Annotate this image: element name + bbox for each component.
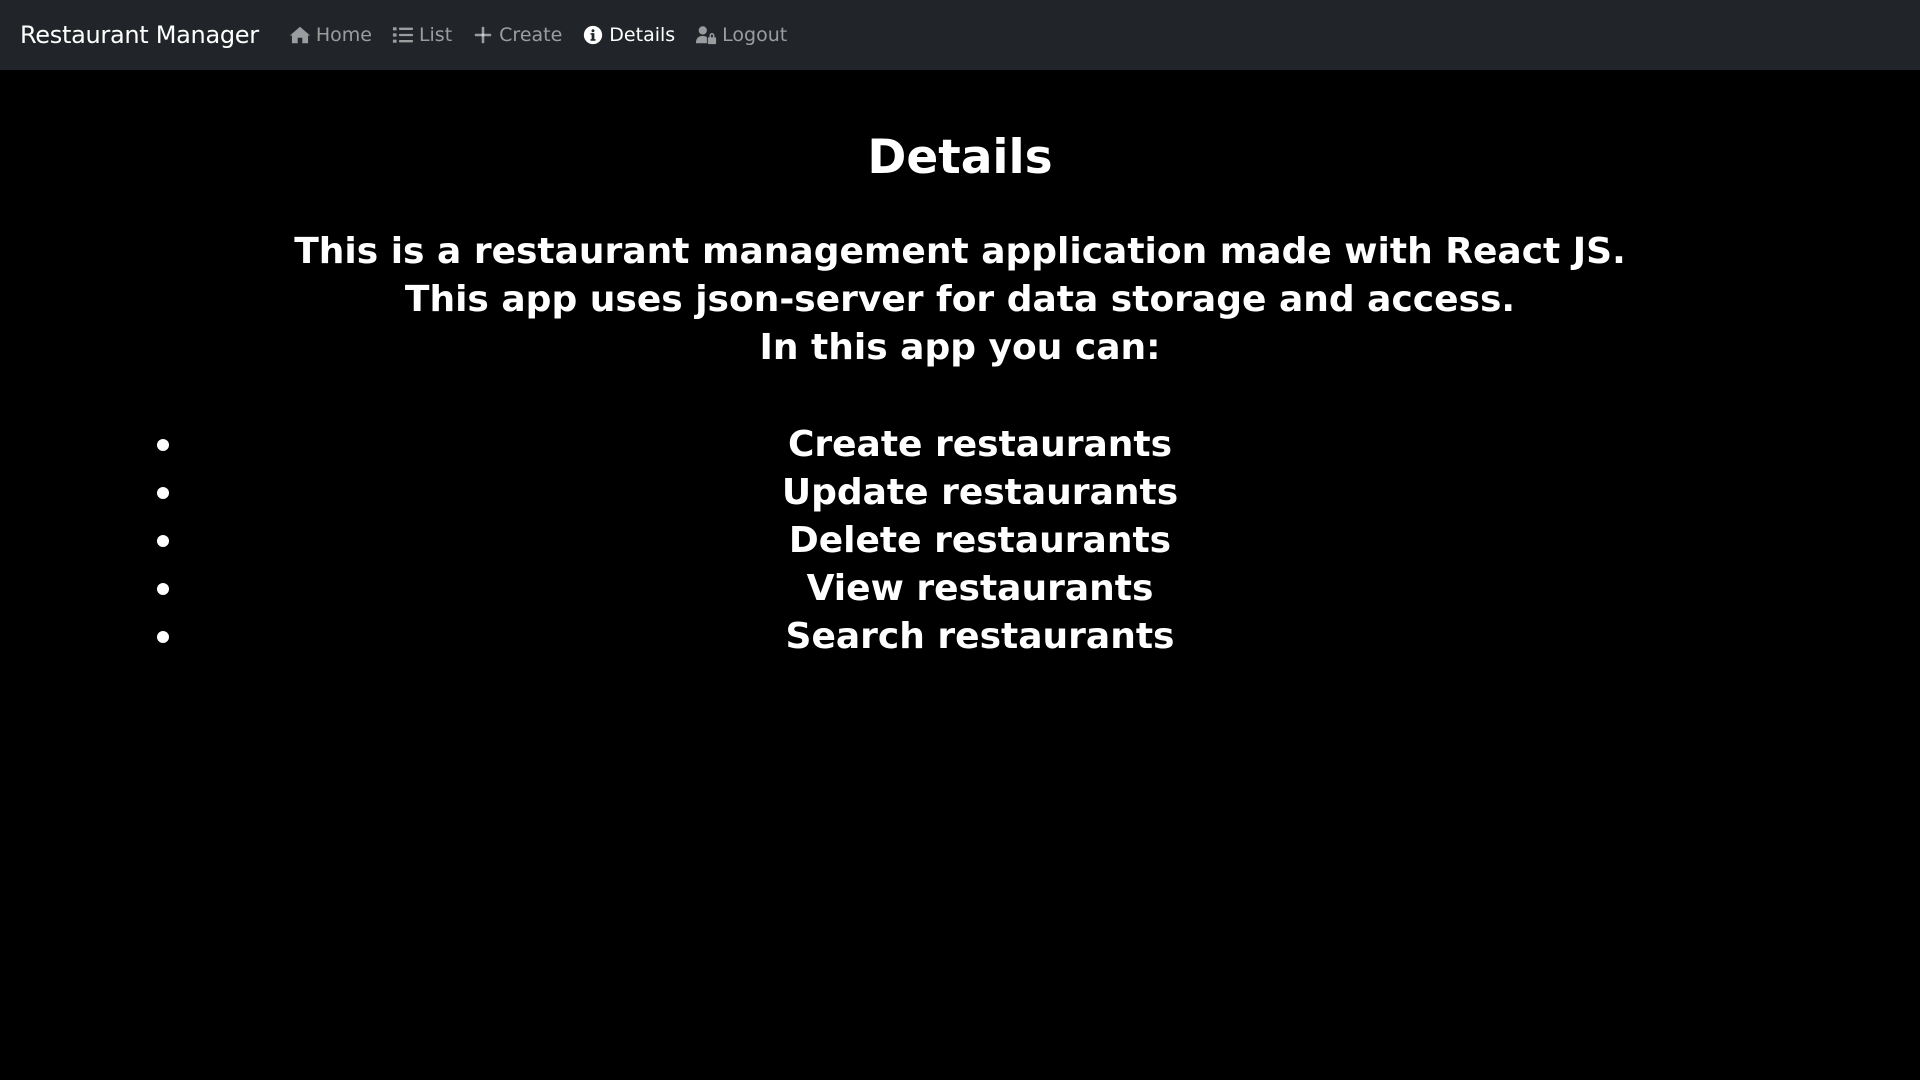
nav-link-list[interactable]: List [392,24,452,46]
feature-item-delete: Delete restaurants [0,517,1920,565]
feature-item-update: Update restaurants [0,469,1920,517]
nav-link-create[interactable]: Create [472,24,562,46]
intro-text: This is a restaurant management applicat… [0,228,1920,372]
feature-text: Update restaurants [781,472,1179,513]
page-title: Details [867,130,1053,185]
nav-label-list: List [418,24,453,46]
intro-line: This app uses json-server for data stora… [404,279,1516,320]
nav-link-home[interactable]: Home [289,24,372,46]
plus-icon [472,24,494,46]
feature-item-view: View restaurants [0,565,1920,613]
bullet-icon [157,439,169,451]
feature-text: View restaurants [806,568,1154,609]
home-icon [289,24,311,46]
feature-text: Search restaurants [785,616,1175,657]
info-circle-icon [582,24,604,46]
feature-item-create: Create restaurants [0,421,1920,469]
bullet-icon [157,583,169,595]
bullet-icon [157,487,169,499]
feature-text: Create restaurants [787,424,1173,465]
main-content: Details This is a restaurant management … [0,70,1920,1080]
navbar: Restaurant Manager Home List Create Deta… [0,0,1920,70]
bullet-icon [157,535,169,547]
nav-label-details: Details [609,24,676,46]
nav-link-logout[interactable]: Logout [695,24,787,46]
feature-item-search: Search restaurants [0,613,1920,661]
feature-list: Create restaurants Update restaurants De… [0,421,1920,661]
intro-line: This is a restaurant management applicat… [294,231,1626,272]
nav-label-logout: Logout [722,24,788,46]
user-lock-icon [695,24,717,46]
brand-link[interactable]: Restaurant Manager [20,21,259,49]
list-icon [392,24,414,46]
nav-label-create: Create [499,24,563,46]
bullet-icon [157,631,169,643]
intro-line: In this app you can: [759,327,1161,368]
nav-label-home: Home [315,24,372,46]
nav-link-details[interactable]: Details [582,24,675,46]
feature-text: Delete restaurants [788,520,1172,561]
nav-list: Home List Create Details Logout [289,24,807,46]
